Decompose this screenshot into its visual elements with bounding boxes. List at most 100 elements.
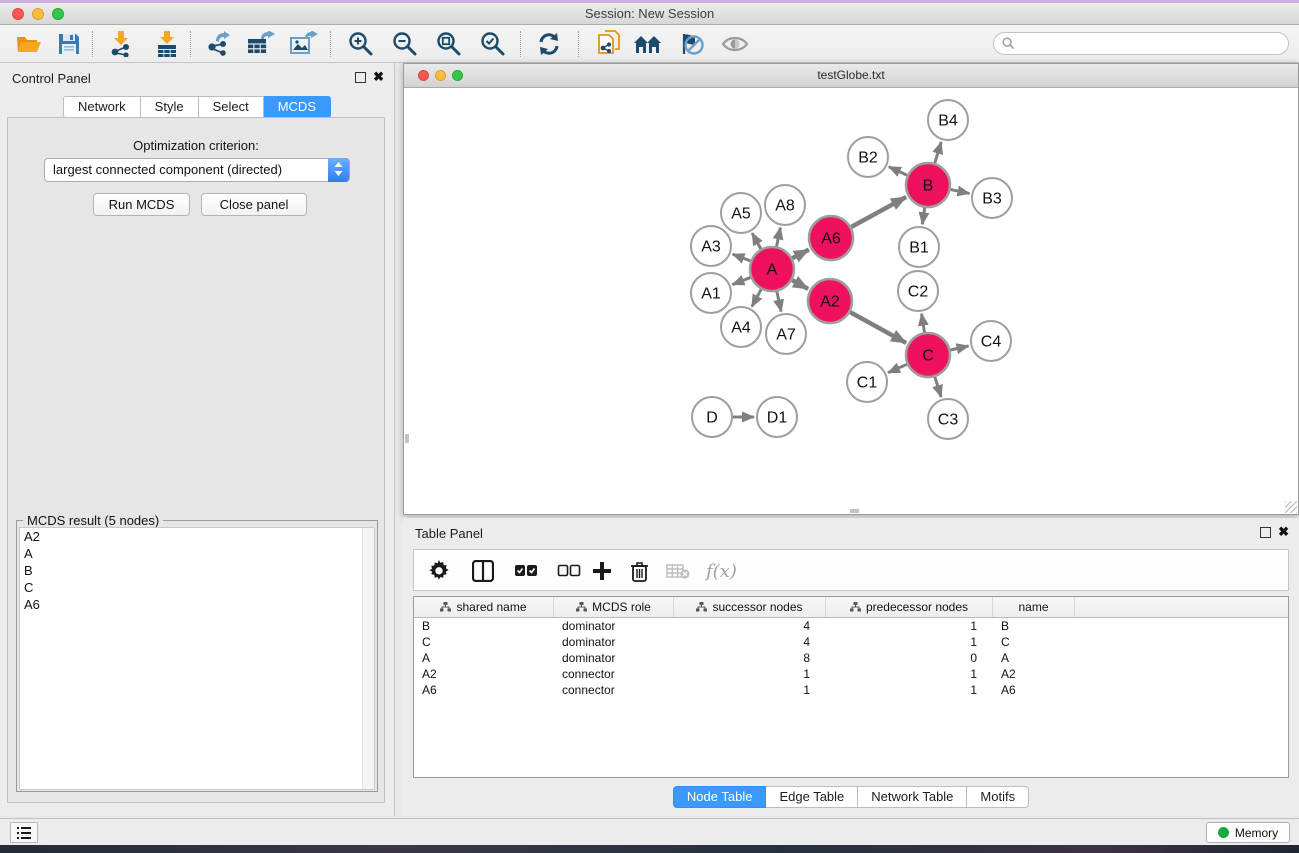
tab-network[interactable]: Network: [63, 96, 141, 118]
table-cell[interactable]: B: [993, 618, 1075, 634]
table-row[interactable]: Cdominator41C: [414, 634, 1288, 650]
table-row[interactable]: A2connector11A2: [414, 666, 1288, 682]
float-panel-icon[interactable]: [1260, 527, 1271, 538]
mcds-result-list[interactable]: A2ABCA6: [19, 527, 375, 790]
float-panel-icon[interactable]: [355, 72, 366, 83]
import-network-icon[interactable]: [106, 29, 136, 59]
tab-node-table[interactable]: Node Table: [673, 786, 767, 808]
table-row[interactable]: Bdominator41B: [414, 618, 1288, 634]
save-session-icon[interactable]: [54, 29, 84, 59]
table-cell[interactable]: 1: [826, 634, 993, 650]
node-D1[interactable]: D1: [757, 397, 797, 437]
memory-button[interactable]: Memory: [1206, 822, 1290, 843]
node-table[interactable]: shared nameMCDS rolesuccessor nodesprede…: [413, 596, 1289, 778]
minimize-traffic-light[interactable]: [32, 8, 44, 20]
select-all-icon[interactable]: [514, 557, 538, 585]
tab-motifs[interactable]: Motifs: [967, 786, 1029, 808]
edge-A2-C[interactable]: [850, 312, 906, 343]
export-network-icon[interactable]: [204, 29, 234, 59]
task-history-button[interactable]: [10, 822, 38, 843]
table-cell[interactable]: 1: [826, 618, 993, 634]
table-cell[interactable]: A2: [414, 666, 554, 682]
export-image-icon[interactable]: [289, 29, 319, 59]
table-cell[interactable]: dominator: [554, 650, 674, 666]
settings-gear-icon[interactable]: [428, 557, 450, 585]
edge-A6-B[interactable]: [851, 197, 906, 227]
deselect-all-icon[interactable]: [557, 557, 581, 585]
edge-C-C2[interactable]: [922, 314, 925, 333]
close-panel-icon[interactable]: ✖: [1278, 524, 1289, 540]
node-B2[interactable]: B2: [848, 137, 888, 177]
network-canvas[interactable]: B4B2BB3A8A5A6A3B1AC2A1A2A4A7C4CC1DD1C3: [404, 88, 1298, 514]
edge-A-A8[interactable]: [777, 228, 781, 247]
table-cell[interactable]: connector: [554, 666, 674, 682]
refresh-icon[interactable]: [534, 29, 564, 59]
node-A5[interactable]: A5: [721, 193, 761, 233]
column-header-MCDS-role[interactable]: MCDS role: [554, 597, 674, 617]
export-table-icon[interactable]: [246, 29, 276, 59]
tab-network-table[interactable]: Network Table: [858, 786, 967, 808]
show-graphics-eye-icon[interactable]: [720, 29, 750, 59]
column-header-successor-nodes[interactable]: successor nodes: [674, 597, 826, 617]
column-header-shared-name[interactable]: shared name: [414, 597, 554, 617]
table-cell[interactable]: C: [414, 634, 554, 650]
close-traffic-light[interactable]: [418, 70, 429, 81]
table-cell[interactable]: C: [993, 634, 1075, 650]
close-traffic-light[interactable]: [12, 8, 24, 20]
search-input[interactable]: [993, 32, 1289, 55]
clone-network-icon[interactable]: [594, 29, 624, 59]
node-B3[interactable]: B3: [972, 178, 1012, 218]
node-A6[interactable]: A6: [809, 216, 853, 260]
column-manager-icon[interactable]: [472, 557, 494, 585]
table-cell[interactable]: dominator: [554, 618, 674, 634]
node-C3[interactable]: C3: [928, 399, 968, 439]
node-A7[interactable]: A7: [766, 314, 806, 354]
close-panel-button[interactable]: Close panel: [201, 193, 307, 216]
table-cell[interactable]: connector: [554, 682, 674, 698]
optimization-criterion-select[interactable]: largest connected component (directed): [44, 158, 350, 182]
zoom-traffic-light[interactable]: [452, 70, 463, 81]
table-cell[interactable]: A: [414, 650, 554, 666]
zoom-selected-icon[interactable]: [478, 29, 508, 59]
home-layout-icon[interactable]: [633, 29, 663, 59]
edge-A-A1[interactable]: [732, 277, 750, 284]
edge-B-B2[interactable]: [889, 167, 907, 176]
result-item[interactable]: A: [20, 545, 374, 562]
edge-A-A4[interactable]: [752, 289, 761, 306]
table-cell[interactable]: A6: [414, 682, 554, 698]
table-row[interactable]: A6connector11A6: [414, 682, 1288, 698]
add-column-icon[interactable]: [592, 557, 612, 585]
node-B1[interactable]: B1: [899, 227, 939, 267]
result-scrollbar[interactable]: [362, 528, 374, 789]
zoom-traffic-light[interactable]: [52, 8, 64, 20]
edge-C-C3[interactable]: [935, 377, 941, 397]
minimize-traffic-light[interactable]: [435, 70, 446, 81]
edge-C-C4[interactable]: [950, 346, 968, 350]
delete-column-trash-icon[interactable]: [630, 557, 649, 585]
tab-mcds[interactable]: MCDS: [264, 96, 331, 118]
table-cell[interactable]: A2: [993, 666, 1075, 682]
zoom-fit-icon[interactable]: [434, 29, 464, 59]
edge-A-A5[interactable]: [752, 233, 761, 249]
node-C1[interactable]: C1: [847, 362, 887, 402]
result-item[interactable]: B: [20, 562, 374, 579]
node-C4[interactable]: C4: [971, 321, 1011, 361]
node-A4[interactable]: A4: [721, 307, 761, 347]
node-A3[interactable]: A3: [691, 226, 731, 266]
table-cell[interactable]: A: [993, 650, 1075, 666]
table-cell[interactable]: A6: [993, 682, 1075, 698]
node-B[interactable]: B: [906, 163, 950, 207]
result-item[interactable]: A2: [20, 528, 374, 545]
node-A2[interactable]: A2: [808, 279, 852, 323]
tab-style[interactable]: Style: [141, 96, 199, 118]
table-cell[interactable]: 1: [674, 666, 826, 682]
node-A[interactable]: A: [750, 247, 794, 291]
result-item[interactable]: C: [20, 579, 374, 596]
table-cell[interactable]: B: [414, 618, 554, 634]
table-row[interactable]: Adominator80A: [414, 650, 1288, 666]
node-C2[interactable]: C2: [898, 271, 938, 311]
node-B4[interactable]: B4: [928, 100, 968, 140]
node-C[interactable]: C: [906, 333, 950, 377]
column-header-predecessor-nodes[interactable]: predecessor nodes: [826, 597, 993, 617]
hide-flags-icon[interactable]: [676, 29, 706, 59]
